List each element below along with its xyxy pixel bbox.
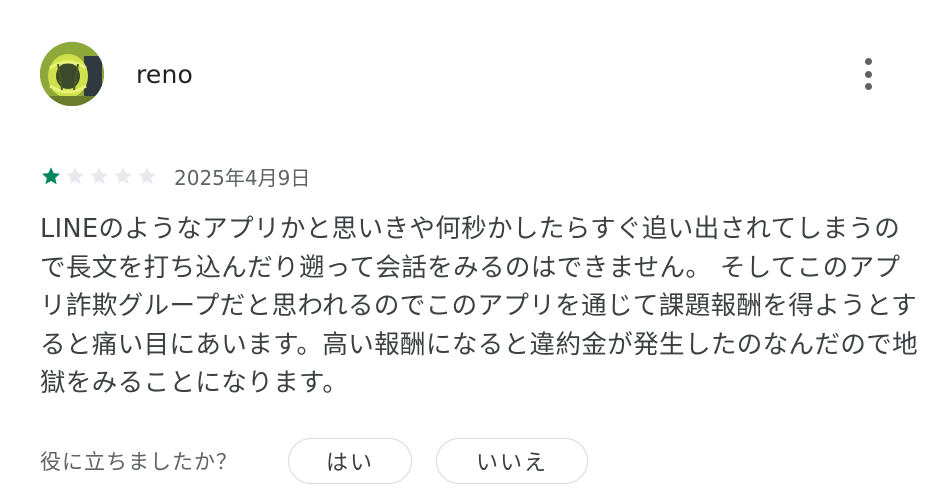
review-date: 2025年4月9日 bbox=[174, 165, 311, 190]
star-empty-icon bbox=[138, 167, 156, 185]
more-vert-icon-dot bbox=[864, 83, 872, 90]
rating-row: 2025年4月9日 bbox=[40, 160, 310, 192]
star-rating bbox=[40, 165, 158, 187]
avatar bbox=[40, 42, 104, 106]
helpful-no-button[interactable]: いいえ bbox=[436, 438, 588, 484]
star-empty-icon bbox=[114, 167, 132, 185]
helpful-row: 役に立ちましたか？ はい いいえ bbox=[40, 436, 588, 486]
more-vert-icon bbox=[864, 58, 872, 65]
avatar-image bbox=[40, 42, 104, 106]
review-card: reno 2025年4月9日 LINEのようなアプリかと思いきや何秒かしたらすぐ… bbox=[0, 0, 940, 502]
helpful-question: 役に立ちましたか？ bbox=[40, 450, 238, 474]
more-vert-icon-dot bbox=[864, 70, 872, 78]
star-filled-icon bbox=[42, 167, 60, 185]
review-text: LINEのようなアプリかと思いきや何秒かしたらすぐ追い出されてしまうので長文を打… bbox=[40, 214, 919, 398]
star-empty-icon bbox=[66, 167, 84, 185]
reviewer-name: reno bbox=[136, 60, 194, 89]
more-options-button[interactable] bbox=[854, 54, 882, 94]
review-header: reno bbox=[40, 42, 900, 108]
helpful-yes-button[interactable]: はい bbox=[288, 438, 412, 484]
star-empty-icon bbox=[90, 167, 108, 185]
